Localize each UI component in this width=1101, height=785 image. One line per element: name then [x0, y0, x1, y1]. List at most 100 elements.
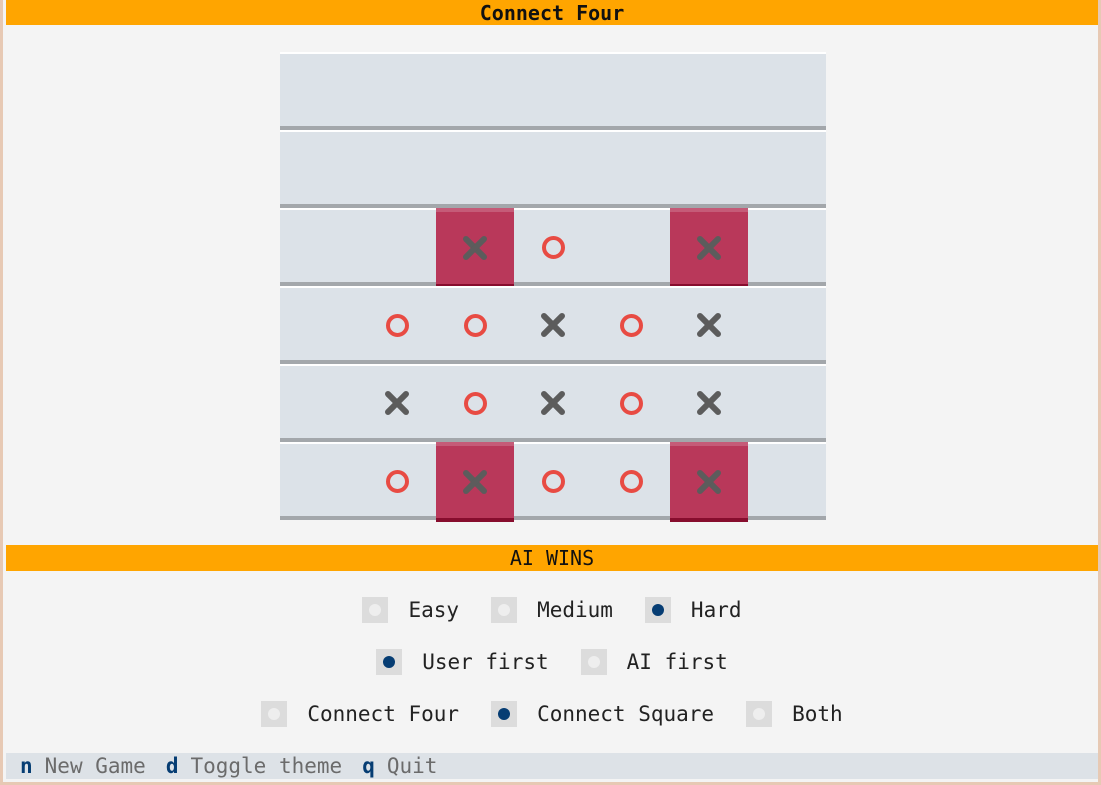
x-piece-icon: [697, 313, 721, 337]
o-piece-icon: [463, 313, 487, 337]
key-new-game-label: New Game: [44, 754, 146, 778]
difficulty-easy[interactable]: Easy: [362, 597, 459, 623]
x-piece-icon: [697, 470, 721, 494]
option-label: Medium: [537, 598, 613, 622]
radio-icon[interactable]: [644, 597, 671, 623]
radio-icon[interactable]: [746, 701, 773, 727]
board-cell[interactable]: [670, 130, 748, 208]
board-cell[interactable]: [514, 52, 592, 130]
key-toggle-theme[interactable]: d: [166, 754, 179, 778]
board-cell[interactable]: [436, 286, 514, 364]
board-cell[interactable]: [436, 52, 514, 130]
board-cell[interactable]: [358, 286, 436, 364]
board-cell[interactable]: [436, 442, 514, 522]
x-piece-icon: [463, 236, 487, 260]
o-piece-icon: [619, 469, 643, 493]
option-label: User first: [422, 650, 549, 674]
first-player-user[interactable]: User first: [376, 649, 549, 675]
radio-icon[interactable]: [362, 597, 389, 623]
difficulty-medium[interactable]: Medium: [491, 597, 613, 623]
mode-options: Connect Four Connect Square Both: [6, 698, 1098, 730]
board-cell[interactable]: [748, 130, 826, 208]
first-player-options: User first AI first: [6, 646, 1098, 678]
board-cell[interactable]: [514, 286, 592, 364]
board-row: [280, 208, 826, 288]
key-quit-label: Quit: [386, 754, 438, 778]
board-cell[interactable]: [280, 52, 358, 130]
board-cell[interactable]: [280, 130, 358, 208]
board-cell[interactable]: [670, 442, 748, 522]
board-cell[interactable]: [592, 442, 670, 520]
radio-icon[interactable]: [491, 701, 518, 727]
o-piece-icon: [463, 391, 487, 415]
difficulty-hard[interactable]: Hard: [644, 597, 742, 623]
board-cell[interactable]: [670, 52, 748, 130]
x-piece-icon: [697, 391, 721, 415]
radio-icon[interactable]: [261, 701, 288, 727]
o-piece-icon: [541, 235, 565, 259]
board-cell[interactable]: [670, 364, 748, 442]
mode-connect-four[interactable]: Connect Four: [261, 701, 459, 727]
board-cell[interactable]: [748, 208, 826, 286]
board-cell[interactable]: [358, 208, 436, 286]
board-cell[interactable]: [436, 364, 514, 442]
board-cell[interactable]: [358, 52, 436, 130]
board-cell[interactable]: [592, 208, 670, 286]
board-cell[interactable]: [514, 364, 592, 442]
board-cell[interactable]: [280, 286, 358, 364]
o-piece-icon: [541, 469, 565, 493]
x-piece-icon: [541, 391, 565, 415]
option-label: Both: [792, 702, 843, 726]
board-cell[interactable]: [280, 208, 358, 286]
board-row: [280, 286, 826, 364]
o-piece-icon: [385, 469, 409, 493]
board-cell[interactable]: [748, 442, 826, 520]
board-cell[interactable]: [280, 364, 358, 442]
game-board[interactable]: [280, 52, 826, 522]
board-cell[interactable]: [592, 130, 670, 208]
option-label: Connect Square: [537, 702, 715, 726]
board-cell[interactable]: [514, 442, 592, 520]
board-cell[interactable]: [748, 364, 826, 442]
o-piece-icon: [385, 313, 409, 337]
radio-icon[interactable]: [580, 649, 607, 675]
board-cell[interactable]: [514, 130, 592, 208]
mode-both[interactable]: Both: [746, 701, 843, 727]
x-piece-icon: [541, 313, 565, 337]
board-cell[interactable]: [592, 52, 670, 130]
board-row: [280, 442, 826, 522]
board-cell[interactable]: [358, 442, 436, 520]
key-quit[interactable]: q: [362, 754, 375, 778]
board-cell[interactable]: [592, 364, 670, 442]
board-cell[interactable]: [280, 442, 358, 520]
option-label: Connect Four: [307, 702, 460, 726]
key-new-game[interactable]: n: [20, 754, 33, 778]
x-piece-icon: [463, 470, 487, 494]
app-window: Connect Four AI WINS Easy Medium Hard Us…: [0, 0, 1101, 785]
radio-icon[interactable]: [491, 597, 518, 623]
x-piece-icon: [697, 236, 721, 260]
board-cell[interactable]: [748, 52, 826, 130]
x-piece-icon: [385, 391, 409, 415]
mode-connect-square[interactable]: Connect Square: [491, 701, 714, 727]
key-toggle-theme-label: Toggle theme: [190, 754, 343, 778]
title-bar: Connect Four: [6, 0, 1098, 25]
status-bar: AI WINS: [6, 545, 1098, 571]
first-player-ai[interactable]: AI first: [580, 649, 728, 675]
board-cell[interactable]: [436, 130, 514, 208]
option-label: Easy: [408, 598, 460, 622]
option-label: Hard: [690, 598, 742, 622]
board-cell[interactable]: [670, 286, 748, 364]
board-cell[interactable]: [358, 130, 436, 208]
board-cell[interactable]: [514, 208, 592, 286]
board-cell[interactable]: [592, 286, 670, 364]
board-row: [280, 130, 826, 208]
app-title: Connect Four: [479, 0, 625, 25]
board-cell[interactable]: [436, 208, 514, 288]
board-row: [280, 364, 826, 442]
radio-icon[interactable]: [376, 649, 403, 675]
board-cell[interactable]: [358, 364, 436, 442]
board-cell[interactable]: [670, 208, 748, 288]
board-cell[interactable]: [748, 286, 826, 364]
o-piece-icon: [619, 391, 643, 415]
